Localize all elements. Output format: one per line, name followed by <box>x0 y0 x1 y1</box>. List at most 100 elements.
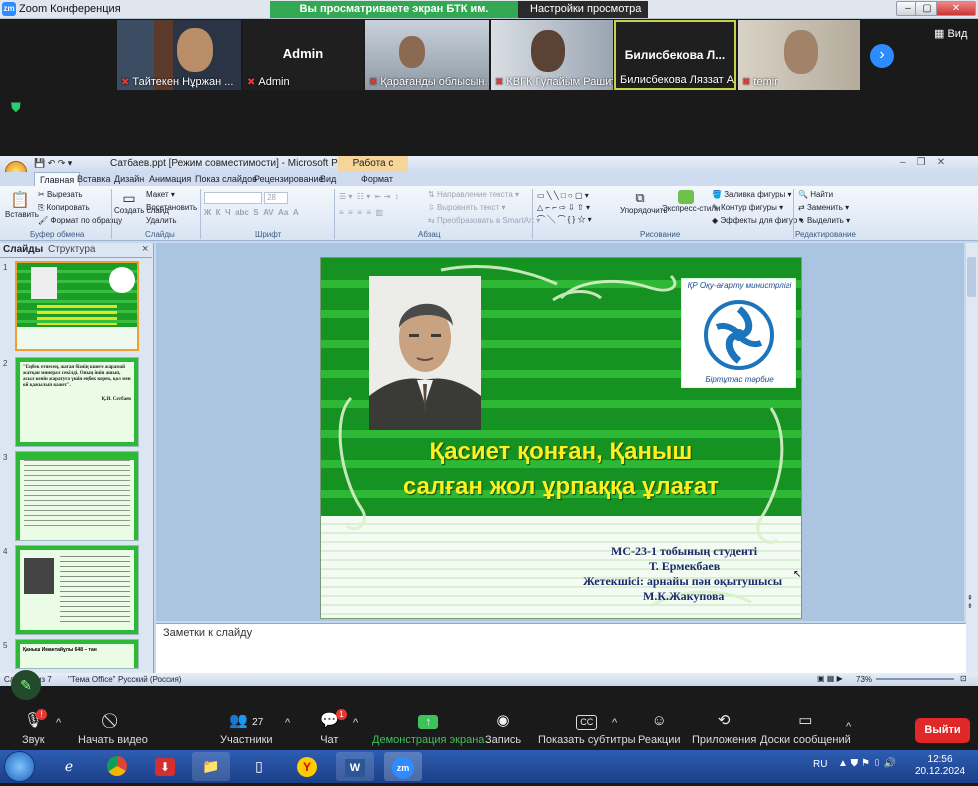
quick-access-toolbar[interactable]: 💾 ↶ ↷ ▾ <box>34 158 72 169</box>
audio-options-chevron-icon[interactable]: ^ <box>56 717 61 729</box>
participant-tile-active[interactable]: Билисбекова Л... Билисбекова Ляззат Акт.… <box>614 20 736 90</box>
clipboard-group-label: Буфер обмена <box>30 230 85 239</box>
participant-tile[interactable]: Admin ✖ Admin <box>243 20 363 90</box>
font-format-buttons[interactable]: Ж К Ч abc S AV Аа A <box>204 208 299 217</box>
replace-button[interactable]: ⇄ Заменить ▾ <box>798 203 849 212</box>
audio-button[interactable]: 🎙! Звук <box>22 709 47 746</box>
whiteboards-button[interactable]: ▭ Доски сообщений <box>760 711 851 746</box>
apps-button[interactable]: ⟲ Приложения <box>692 711 756 746</box>
chat-button[interactable]: 💬 1 Чат <box>320 709 347 746</box>
reset-button[interactable]: Восстановить <box>146 203 197 212</box>
share-screen-button[interactable]: ↑ Демонстрация экрана <box>372 711 484 746</box>
cut-button[interactable]: ✂ Вырезать <box>38 190 83 199</box>
security-shield-icon[interactable]: ⛊ <box>11 100 21 116</box>
record-button[interactable]: ◉ Запись <box>485 711 521 746</box>
format-painter-button[interactable]: 🖌 Формат по образцу <box>38 216 122 225</box>
paste-button[interactable]: 📋 Вставить <box>5 190 39 219</box>
ie-icon[interactable]: ℯ <box>50 752 88 781</box>
smartart-button[interactable]: ⇆ Преобразовать в SmartArt ▾ <box>428 216 540 225</box>
tab-design[interactable]: Дизайн <box>114 174 144 184</box>
close-button[interactable]: ✕ <box>936 1 976 16</box>
tray-icons[interactable]: ▲ ⛊ ⚑ ▯ 🔊 <box>838 758 896 769</box>
find-button[interactable]: 🔍 Найти <box>798 190 833 199</box>
slide-thumbnail-1-selected[interactable] <box>15 261 139 351</box>
gallery-next-icon[interactable]: › <box>870 44 894 68</box>
participant-tile[interactable]: ✖ Қарағанды облысын... <box>365 20 489 90</box>
status-language[interactable]: Русский (Россия) <box>118 675 181 684</box>
view-buttons[interactable]: ▣ ▦ ▶ <box>817 674 843 683</box>
ppt-window-controls[interactable]: – ❐ ✕ <box>900 157 945 168</box>
captions-button[interactable]: CC Показать субтитры <box>538 711 636 746</box>
participants-button[interactable]: 👥 27 Участники <box>220 711 273 746</box>
downloader-icon[interactable]: ⬇ <box>146 752 184 781</box>
participant-tile[interactable]: ✖ temir <box>738 20 860 90</box>
tab-slides[interactable]: Слайды <box>3 244 43 255</box>
slide-title[interactable]: Қасиет қонған, Қаныш салған жол ұрпаққа … <box>401 434 721 504</box>
leave-meeting-button[interactable]: Выйти <box>915 718 970 743</box>
yandex-browser-icon[interactable]: Y <box>288 752 326 781</box>
font-size-combo[interactable]: 28 <box>264 192 288 204</box>
select-button[interactable]: ⇖ Выделить ▾ <box>798 216 850 225</box>
chat-chevron-icon[interactable]: ^ <box>353 717 358 729</box>
satbayev-portrait[interactable] <box>369 276 481 430</box>
slide-canvas[interactable]: ҚР Оқу-ағарту министрлігі Біртұтас тәрби… <box>320 257 802 619</box>
record-icon: ◉ <box>496 712 510 729</box>
tab-insert[interactable]: Вставка <box>77 174 110 184</box>
participants-chevron-icon[interactable]: ^ <box>285 717 290 729</box>
slide-nav-icons[interactable]: ⇞ ⇟ <box>967 595 973 611</box>
copy-button[interactable]: ⎘ Копировать <box>38 203 90 213</box>
scroll-thumb[interactable] <box>967 257 976 297</box>
slide-thumbnail-3[interactable] <box>15 451 139 541</box>
new-slide-button[interactable]: ▭ Создать слайд <box>114 190 169 215</box>
vertical-scrollbar[interactable]: ⇞ ⇟ <box>966 243 978 673</box>
participant-tile[interactable]: ✖ КВГК Гулайым Рашит... <box>491 20 613 90</box>
notes-pane[interactable]: Заметки к слайду <box>156 623 966 673</box>
explorer-icon[interactable]: 📁 <box>192 752 230 781</box>
view-button[interactable]: ▦ Вид <box>934 27 967 40</box>
font-name-combo[interactable] <box>204 192 262 204</box>
captions-chevron-icon[interactable]: ^ <box>612 717 617 729</box>
shape-outline-button[interactable]: ✎ Контур фигуры ▾ <box>712 203 783 212</box>
tab-slideshow[interactable]: Показ слайдов <box>195 174 257 184</box>
participant-tile[interactable]: ✖ Тайтекен Нұржан ... <box>117 20 241 90</box>
tablet-app-icon[interactable]: ▯ <box>240 752 278 781</box>
zoom-logo-icon: zm <box>2 2 16 16</box>
tab-format[interactable]: Формат <box>361 174 393 184</box>
tab-animation[interactable]: Анимация <box>149 174 191 184</box>
delete-label: Удалить <box>146 216 177 225</box>
start-button-icon[interactable] <box>4 751 35 782</box>
text-direction-button[interactable]: ⇅ Направление текста ▾ <box>428 190 519 199</box>
shapes-gallery[interactable]: ▭ ╲ ╲ □ ○ ▢ ▾ △ ⌐ ⌐ ⇨ ⇩ ⇧ ▾ ⌒ ╲ ⌒ { } ☆ ▾ <box>537 190 592 226</box>
slide-thumbnail-2[interactable]: "Еңбек етпесең, жаған бізнің кшеге жарам… <box>15 357 139 447</box>
tab-home[interactable]: Главная <box>34 172 81 186</box>
participant-big-name: Билисбекова Л... <box>624 48 726 62</box>
quick-styles-button[interactable]: Экспресс-стили <box>662 190 721 213</box>
align-text-button[interactable]: ⇳ Выровнять текст ▾ <box>428 203 506 212</box>
video-button[interactable]: ⃠ Начать видео <box>78 711 148 746</box>
arrange-button[interactable]: ⧉ Упорядочить <box>620 190 668 215</box>
zoom-slider[interactable] <box>876 678 954 680</box>
shape-fill-button[interactable]: 🪣 Заливка фигуры ▾ <box>712 190 792 199</box>
tab-outline[interactable]: Структура <box>48 244 95 255</box>
slide-thumbnail-5[interactable]: Қаныш Имантайұлы 648 – тан <box>15 639 139 669</box>
annotate-pen-icon[interactable]: ✎ <box>11 670 41 700</box>
shape-effects-button[interactable]: ◆ Эффекты для фигур ▾ <box>712 216 803 225</box>
status-zoom[interactable]: 73% <box>856 675 872 684</box>
tab-view[interactable]: Вид <box>320 174 336 184</box>
delete-slide-button[interactable]: Удалить <box>146 216 177 225</box>
slide-thumbnail-4[interactable] <box>15 545 139 635</box>
layout-button[interactable]: Макет ▾ <box>146 190 175 199</box>
more-chevron-icon[interactable]: ^ <box>846 721 851 733</box>
keyboard-language[interactable]: RU <box>813 759 827 770</box>
word-icon[interactable]: W <box>336 752 374 781</box>
view-options-button[interactable]: Настройки просмотра ⌄ <box>518 1 648 32</box>
tray-clock[interactable]: 12:56 20.12.2024 <box>915 754 965 778</box>
pane-close-icon[interactable]: × <box>142 243 148 255</box>
chrome-icon[interactable] <box>98 752 136 781</box>
reactions-button[interactable]: ☺ Реакции <box>638 711 681 746</box>
tab-review[interactable]: Рецензирование <box>254 174 324 184</box>
alignment-buttons[interactable]: ≡ ≡ ≡ ≡ ▥ <box>339 208 383 217</box>
list-buttons[interactable]: ☰ ▾ ☷ ▾ ⇤ ⇥ ↕ <box>339 192 399 201</box>
fit-window-icon[interactable]: ⊡ <box>960 674 967 683</box>
zoom-taskbar-icon[interactable]: zm <box>384 752 422 781</box>
